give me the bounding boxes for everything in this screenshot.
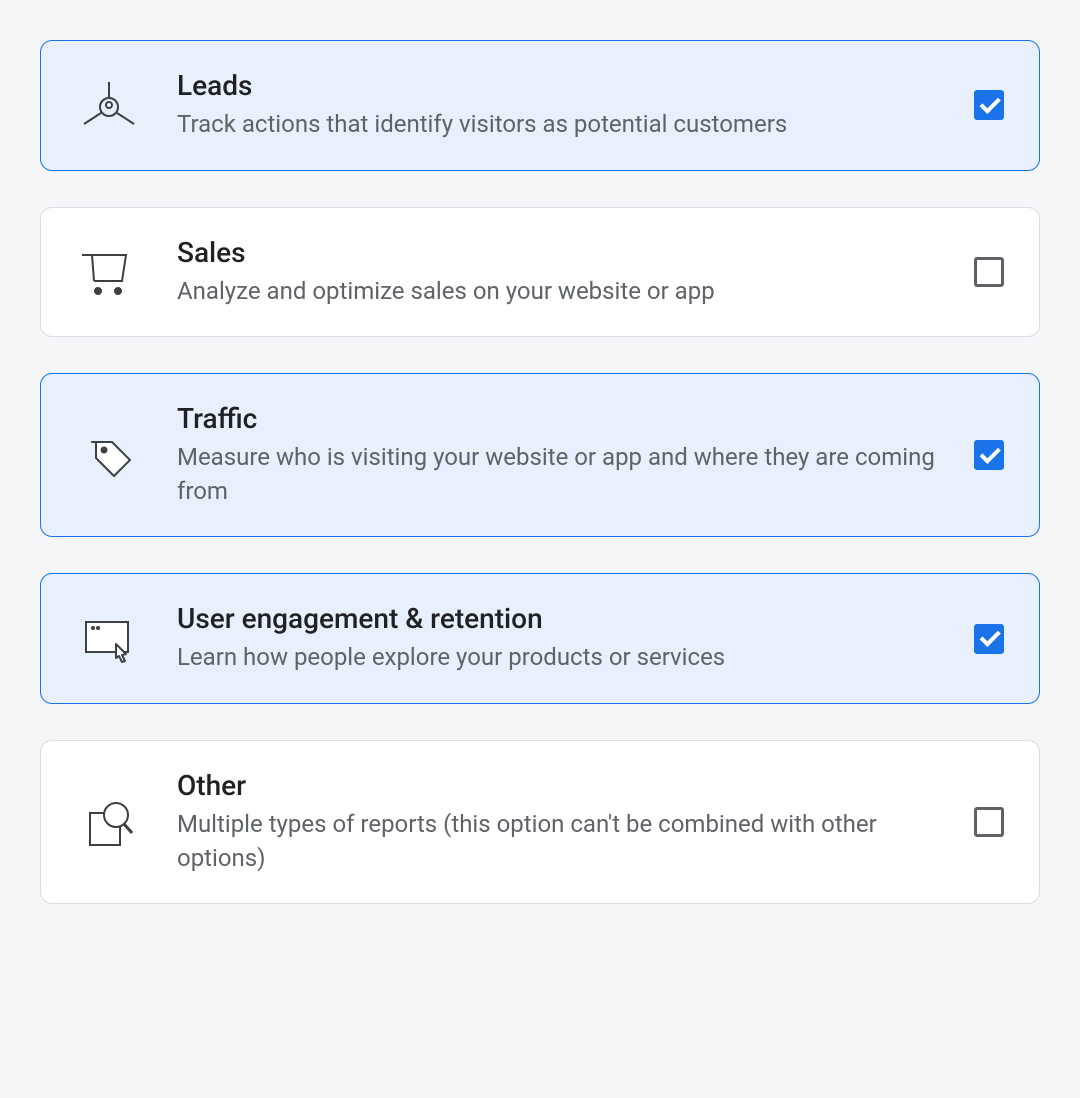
option-title: Leads: [177, 69, 947, 102]
option-text: Leads Track actions that identify visito…: [177, 69, 971, 142]
leads-icon: [73, 69, 145, 141]
option-description: Analyze and optimize sales on your websi…: [177, 275, 947, 309]
option-description: Learn how people explore your products o…: [177, 641, 947, 675]
option-card-other[interactable]: Other Multiple types of reports (this op…: [40, 740, 1040, 904]
option-description: Measure who is visiting your website or …: [177, 441, 947, 508]
option-title: Other: [177, 769, 947, 802]
option-card-engagement[interactable]: User engagement & retention Learn how pe…: [40, 573, 1040, 704]
option-card-traffic[interactable]: Traffic Measure who is visiting your web…: [40, 373, 1040, 537]
tag-icon: [73, 419, 145, 491]
pointer-icon: [73, 603, 145, 675]
option-text: Other Multiple types of reports (this op…: [177, 769, 971, 875]
checkbox-engagement[interactable]: [971, 621, 1007, 657]
option-card-leads[interactable]: Leads Track actions that identify visito…: [40, 40, 1040, 171]
option-title: Sales: [177, 236, 947, 269]
option-title: Traffic: [177, 402, 947, 435]
checkbox-other[interactable]: [971, 804, 1007, 840]
checkbox-traffic[interactable]: [971, 437, 1007, 473]
option-text: Traffic Measure who is visiting your web…: [177, 402, 971, 508]
option-description: Track actions that identify visitors as …: [177, 108, 947, 142]
checkbox-sales[interactable]: [971, 254, 1007, 290]
search-doc-icon: [73, 786, 145, 858]
cart-icon: [73, 236, 145, 308]
option-title: User engagement & retention: [177, 602, 947, 635]
option-description: Multiple types of reports (this option c…: [177, 808, 947, 875]
option-card-sales[interactable]: Sales Analyze and optimize sales on your…: [40, 207, 1040, 338]
option-text: User engagement & retention Learn how pe…: [177, 602, 971, 675]
option-text: Sales Analyze and optimize sales on your…: [177, 236, 971, 309]
checkbox-leads[interactable]: [971, 87, 1007, 123]
